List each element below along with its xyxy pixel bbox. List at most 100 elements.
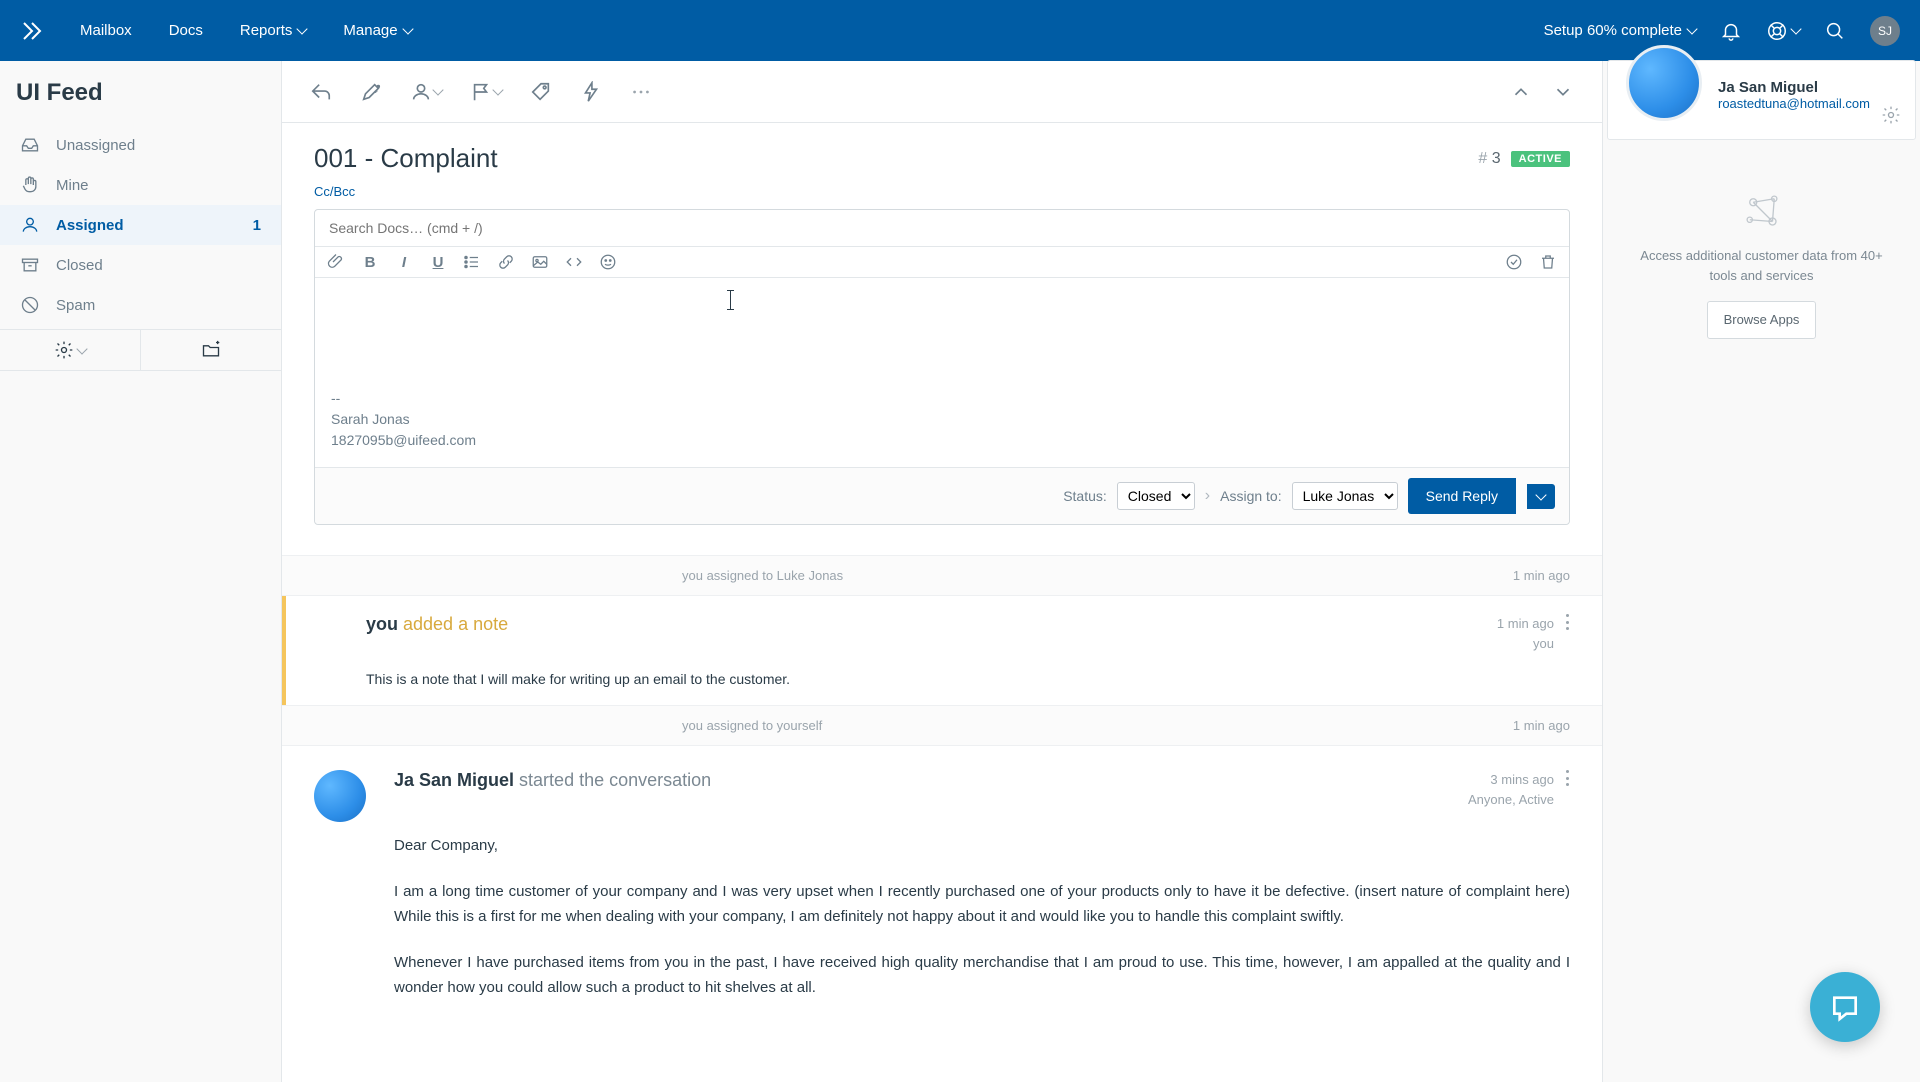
status-label: Status:: [1063, 488, 1107, 504]
code-icon[interactable]: [565, 253, 583, 271]
editor-toolbar: B I U: [315, 247, 1569, 278]
sidebar-actions: [0, 329, 281, 371]
folder-label: Spam: [56, 297, 95, 314]
setup-progress[interactable]: Setup 60% complete: [1544, 22, 1696, 39]
link-icon[interactable]: [497, 253, 515, 271]
archive-icon: [20, 255, 40, 275]
customer-avatar-large: [1626, 45, 1702, 121]
nav-manage-label: Manage: [343, 22, 397, 39]
text-cursor-icon: [730, 290, 731, 310]
ccbcc-toggle[interactable]: Cc/Bcc: [282, 184, 1602, 209]
customer-settings-icon[interactable]: [1881, 105, 1901, 125]
folder-assigned[interactable]: Assigned 1: [0, 205, 281, 245]
more-icon[interactable]: [630, 81, 652, 103]
send-options-button[interactable]: [1527, 484, 1555, 509]
msg-greeting: Dear Company,: [394, 833, 1570, 859]
nav-docs[interactable]: Docs: [153, 14, 219, 47]
nav-reports[interactable]: Reports: [224, 14, 323, 47]
workflow-icon[interactable]: [580, 81, 602, 103]
customer-email[interactable]: roastedtuna@hotmail.com: [1718, 96, 1870, 111]
msg-meta: Anyone, Active: [1468, 790, 1554, 810]
chevron-down-icon: [1790, 23, 1801, 34]
chevron-down-icon: [1686, 23, 1697, 34]
italic-icon[interactable]: I: [395, 253, 413, 271]
customer-avatar: [314, 770, 366, 822]
customer-message: Ja San Miguel started the conversation 3…: [282, 746, 1602, 1081]
sig-email: 1827095b@uifeed.com: [331, 430, 1553, 451]
next-conversation-icon[interactable]: [1552, 81, 1574, 103]
nav-links: Mailbox Docs Reports Manage: [64, 14, 428, 47]
current-user-avatar[interactable]: SJ: [1870, 16, 1900, 46]
note-menu-icon[interactable]: [1566, 614, 1570, 630]
folder-label: Closed: [56, 257, 103, 274]
image-icon[interactable]: [531, 253, 549, 271]
sig-name: Sarah Jonas: [331, 409, 1553, 430]
nav-mailbox[interactable]: Mailbox: [64, 14, 148, 47]
msg-author: Ja San Miguel: [394, 770, 514, 790]
assign-select[interactable]: Luke Jonas: [1292, 482, 1398, 510]
convo-nav: [1510, 81, 1574, 103]
top-nav: Mailbox Docs Reports Manage Setup 60% co…: [0, 0, 1920, 61]
folder-list: Unassigned Mine Assigned 1 Closed Spam: [0, 125, 281, 325]
new-folder-button[interactable]: [141, 330, 281, 370]
lifebuoy-icon: [1766, 20, 1788, 42]
event-assigned-self: you assigned to yourself 1 min ago: [282, 705, 1602, 746]
help-fab[interactable]: [1810, 972, 1880, 1042]
promo-text: Access additional customer data from 40+…: [1627, 246, 1896, 285]
hand-icon: [20, 175, 40, 195]
chevron-down-icon: [492, 84, 503, 95]
sig-divider: --: [331, 388, 1553, 409]
search-icon[interactable]: [1824, 20, 1846, 42]
folder-closed[interactable]: Closed: [0, 245, 281, 285]
note-icon[interactable]: [360, 81, 382, 103]
folder-unassigned[interactable]: Unassigned: [0, 125, 281, 165]
spam-icon: [20, 295, 40, 315]
status-select[interactable]: Closed: [1117, 482, 1195, 510]
tag-icon[interactable]: [530, 81, 552, 103]
msg-p1: I am a long time customer of your compan…: [394, 879, 1570, 930]
editor-body[interactable]: [315, 278, 1569, 388]
nav-manage[interactable]: Manage: [327, 14, 427, 47]
id-prefix: #: [1478, 150, 1487, 167]
chat-icon: [1829, 991, 1861, 1023]
folder-settings-button[interactable]: [0, 330, 141, 370]
conversation-header: 001 - Complaint # 3 ACTIVE: [282, 123, 1602, 184]
integrations-icon: [1741, 190, 1783, 232]
conversation-id: # 3: [1478, 150, 1500, 168]
conversation-column: 001 - Complaint # 3 ACTIVE Cc/Bcc B I U: [282, 61, 1602, 1082]
preview-icon[interactable]: [1505, 253, 1523, 271]
assign-button[interactable]: [410, 81, 442, 103]
attachment-icon[interactable]: [327, 253, 345, 271]
status-button[interactable]: [470, 81, 502, 103]
bell-icon[interactable]: [1720, 20, 1742, 42]
help-menu[interactable]: [1766, 20, 1800, 42]
list-icon[interactable]: [463, 253, 481, 271]
user-icon: [410, 81, 432, 103]
delete-icon[interactable]: [1539, 253, 1557, 271]
reply-editor: B I U -- Sarah Jonas 1827095b@uifeed.c: [314, 209, 1570, 525]
conversation-title: 001 - Complaint: [314, 143, 498, 174]
bold-icon[interactable]: B: [361, 253, 379, 271]
emoji-icon[interactable]: [599, 253, 617, 271]
note-meta: 1 min ago you: [1497, 614, 1554, 653]
browse-apps-button[interactable]: Browse Apps: [1707, 301, 1817, 339]
message-title: Ja San Miguel started the conversation: [394, 770, 711, 809]
note-block: you added a note 1 min ago you This is a…: [282, 596, 1602, 705]
conversation-toolbar: [282, 61, 1602, 123]
underline-icon[interactable]: U: [429, 253, 447, 271]
send-reply-button[interactable]: Send Reply: [1408, 478, 1516, 514]
chevron-down-icon: [432, 84, 443, 95]
chevron-down-icon: [297, 23, 308, 34]
search-docs-input[interactable]: [315, 210, 1569, 247]
prev-conversation-icon[interactable]: [1510, 81, 1532, 103]
flag-icon: [470, 81, 492, 103]
app-logo-icon: [20, 19, 44, 43]
note-author: you: [366, 614, 398, 634]
message-menu-icon[interactable]: [1566, 770, 1570, 786]
reply-icon[interactable]: [310, 81, 332, 103]
note-body: This is a note that I will make for writ…: [366, 671, 1570, 687]
customer-info: Ja San Miguel roastedtuna@hotmail.com: [1718, 79, 1870, 121]
folder-spam[interactable]: Spam: [0, 285, 281, 325]
folder-mine[interactable]: Mine: [0, 165, 281, 205]
chevron-down-icon: [1535, 489, 1546, 500]
